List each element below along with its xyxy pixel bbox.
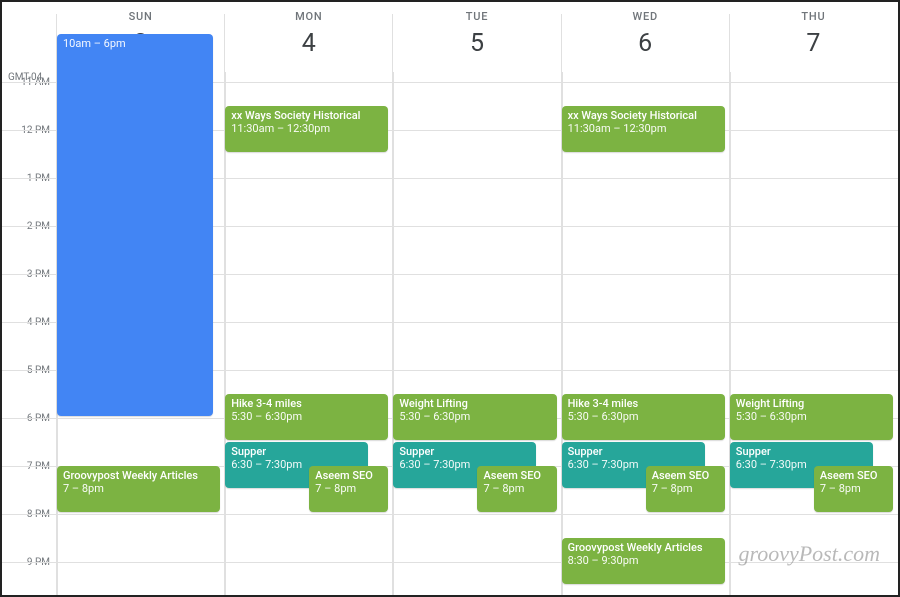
dow-label: THU	[730, 10, 897, 23]
event-title: Aseem SEO	[652, 469, 710, 482]
day-header-wed[interactable]: WED 6	[562, 2, 730, 72]
event-title: Groovypost Weekly Articles	[568, 541, 703, 554]
day-column[interactable]: Weight Lifting5:30 – 6:30pm Supper6:30 – …	[730, 72, 898, 597]
event-time: 6:30 – 7:30pm	[231, 458, 302, 471]
event-title: Supper	[231, 445, 266, 458]
event-title: Aseem SEO	[315, 469, 373, 482]
event-title: xx Ways Society Historical	[231, 109, 360, 122]
event-time: 11:30am – 12:30pm	[568, 122, 667, 135]
day-column[interactable]: Weight Lifting5:30 – 6:30pm Supper6:30 – …	[393, 72, 561, 597]
calendar-event[interactable]: Aseem SEO7 – 8pm	[309, 466, 388, 512]
dow-label: TUE	[393, 10, 560, 23]
event-time: 7 – 8pm	[63, 482, 104, 495]
event-title: Hike 3-4 miles	[568, 397, 639, 410]
column-divider	[730, 72, 731, 597]
event-time: 7 – 8pm	[820, 482, 861, 495]
event-title: Aseem SEO	[820, 469, 878, 482]
dow-label: WED	[562, 10, 729, 23]
day-header-tue[interactable]: TUE 5	[393, 2, 561, 72]
day-column[interactable]: xx Ways Society Historical11:30am – 12:3…	[225, 72, 393, 597]
event-title: Groovypost Weekly Articles	[63, 469, 198, 482]
event-time: 6:30 – 7:30pm	[568, 458, 639, 471]
calendar-event[interactable]: Aseem SEO7 – 8pm	[477, 466, 556, 512]
event-title: Supper	[568, 445, 603, 458]
event-time: 5:30 – 6:30pm	[568, 410, 639, 423]
column-divider	[393, 72, 394, 597]
calendar-event[interactable]: Aseem SEO7 – 8pm	[646, 466, 725, 512]
event-title: Aseem SEO	[483, 469, 541, 482]
day-number[interactable]: 7	[730, 29, 897, 58]
event-time: 5:30 – 6:30pm	[736, 410, 807, 423]
calendar-event[interactable]: xx Ways Society Historical11:30am – 12:3…	[562, 106, 725, 152]
day-column[interactable]: 10am – 6pmGroovypost Weekly Articles7 – …	[57, 72, 225, 597]
day-number[interactable]: 6	[562, 29, 729, 58]
dow-label: MON	[225, 10, 392, 23]
event-title: Hike 3-4 miles	[231, 397, 302, 410]
event-time: 7 – 8pm	[315, 482, 356, 495]
event-time: 5:30 – 6:30pm	[231, 410, 302, 423]
event-title: Supper	[736, 445, 771, 458]
calendar-event[interactable]: Weight Lifting5:30 – 6:30pm	[730, 394, 893, 440]
event-time: 6:30 – 7:30pm	[736, 458, 807, 471]
event-time: 8:30 – 9:30pm	[568, 554, 639, 567]
calendar-event[interactable]: xx Ways Society Historical11:30am – 12:3…	[225, 106, 388, 152]
calendar-week-view: GMT-04 SUN 3 MON 4 TUE 5 WED 6 THU 7 11 …	[0, 0, 900, 597]
event-title: Supper	[399, 445, 434, 458]
time-grid[interactable]: 11 AM12 PM1 PM2 PM3 PM4 PM5 PM6 PM7 PM8 …	[57, 72, 898, 597]
event-time: 11:30am – 12:30pm	[231, 122, 330, 135]
calendar-event[interactable]: Groovypost Weekly Articles8:30 – 9:30pm	[562, 538, 725, 584]
event-time: 7 – 8pm	[483, 482, 524, 495]
event-time: 10am – 6pm	[63, 37, 126, 50]
event-time: 7 – 8pm	[652, 482, 693, 495]
calendar-event[interactable]: Hike 3-4 miles5:30 – 6:30pm	[225, 394, 388, 440]
calendar-event[interactable]: Weight Lifting5:30 – 6:30pm	[393, 394, 556, 440]
calendar-event[interactable]: Groovypost Weekly Articles7 – 8pm	[57, 466, 220, 512]
event-title: Weight Lifting	[399, 397, 467, 410]
event-time: 5:30 – 6:30pm	[399, 410, 470, 423]
calendar-event[interactable]: Aseem SEO7 – 8pm	[814, 466, 893, 512]
day-header-thu[interactable]: THU 7	[730, 2, 898, 72]
day-header-mon[interactable]: MON 4	[225, 2, 393, 72]
day-number[interactable]: 4	[225, 29, 392, 58]
event-time: 6:30 – 7:30pm	[399, 458, 470, 471]
day-column[interactable]: xx Ways Society Historical11:30am – 12:3…	[562, 72, 730, 597]
dow-label: SUN	[57, 10, 224, 23]
calendar-event[interactable]: 10am – 6pm	[57, 34, 213, 416]
event-title: Weight Lifting	[736, 397, 804, 410]
event-title: xx Ways Society Historical	[568, 109, 697, 122]
calendar-event[interactable]: Hike 3-4 miles5:30 – 6:30pm	[562, 394, 725, 440]
day-number[interactable]: 5	[393, 29, 560, 58]
